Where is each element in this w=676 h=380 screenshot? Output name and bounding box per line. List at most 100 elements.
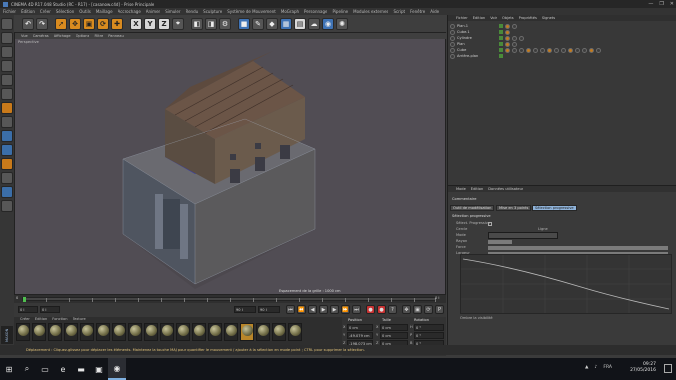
falloff-graph[interactable] xyxy=(460,254,672,314)
prev-key-icon[interactable]: ⏪ xyxy=(297,305,306,314)
attribute-tab[interactable]: Données utilisateur xyxy=(488,187,523,192)
attribute-tab[interactable]: Mode xyxy=(456,187,466,192)
material-tag-icon[interactable] xyxy=(533,47,538,53)
radius-slider[interactable] xyxy=(488,240,512,244)
y-axis-lock-button[interactable]: Y xyxy=(144,17,156,30)
snap-icon[interactable] xyxy=(1,144,13,156)
z-axis-lock-button[interactable]: Z xyxy=(158,17,170,30)
object-menu-item[interactable]: Objets xyxy=(502,16,514,21)
language-indicator[interactable]: FRA xyxy=(603,365,612,370)
prev-frame-icon[interactable]: ◀ xyxy=(308,305,317,314)
material-tag-icon[interactable] xyxy=(505,35,510,41)
end-frame-field[interactable]: 90 I xyxy=(234,306,256,313)
planar-workplane-icon[interactable] xyxy=(1,186,13,198)
timeline[interactable]: 0 0 I xyxy=(14,295,446,303)
viewport-menu-item[interactable]: Caméras xyxy=(33,34,49,39)
material-tag-icon[interactable] xyxy=(505,23,510,29)
position-y-field[interactable]: -49.079 cm xyxy=(347,332,373,339)
material-swatch[interactable] xyxy=(272,323,286,341)
material-tag-icon[interactable] xyxy=(505,47,510,53)
material-swatch[interactable] xyxy=(288,323,302,341)
material-tag-icon[interactable] xyxy=(554,47,559,53)
material-swatch[interactable] xyxy=(208,323,222,341)
soft-selection-checkbox[interactable] xyxy=(488,222,492,226)
size-y-field[interactable]: 0 cm xyxy=(380,332,408,339)
material-tag-icon[interactable] xyxy=(505,29,510,35)
move-tool-icon[interactable]: ✥ xyxy=(69,17,81,30)
menu-item[interactable]: Pipeline xyxy=(332,9,348,14)
material-tag-icon[interactable] xyxy=(519,35,524,41)
soft-selection-tab[interactable]: Sélection progressive xyxy=(532,205,577,211)
menu-item[interactable]: Personnage xyxy=(304,9,327,14)
three-point-button[interactable]: Mise en 3 points xyxy=(496,205,532,211)
material-tag-icon[interactable] xyxy=(540,47,545,53)
next-frame-icon[interactable]: ▶ xyxy=(330,305,339,314)
array-icon[interactable]: ▦ xyxy=(280,17,292,30)
minimize-button[interactable]: — xyxy=(648,0,653,8)
task-view-icon[interactable]: ▭ xyxy=(36,358,54,380)
menu-item[interactable]: MoGraph xyxy=(281,9,299,14)
material-swatch[interactable] xyxy=(96,323,110,341)
keyframe-selection-icon[interactable]: ? xyxy=(388,305,397,314)
next-key-icon[interactable]: ⏩ xyxy=(341,305,350,314)
position-x-field[interactable]: 0 cm xyxy=(347,324,373,331)
material-tag-icon[interactable] xyxy=(512,47,517,53)
go-to-start-icon[interactable]: ⏮ xyxy=(286,305,295,314)
camera-icon[interactable]: ◉ xyxy=(322,17,334,30)
solo-icon[interactable] xyxy=(1,200,13,212)
go-to-end-icon[interactable]: ⏭ xyxy=(352,305,361,314)
material-swatch[interactable] xyxy=(16,323,30,341)
mode-dropdown[interactable] xyxy=(488,232,558,239)
material-swatch[interactable] xyxy=(160,323,174,341)
material-menu-item[interactable]: Créer xyxy=(20,317,30,322)
material-tag-icon[interactable] xyxy=(589,47,594,53)
volume-icon[interactable]: ♪ xyxy=(595,365,598,370)
texture-mode-icon[interactable] xyxy=(1,46,13,58)
viewport-menu-item[interactable]: Options xyxy=(76,34,90,39)
object-menu-item[interactable]: Édition xyxy=(473,16,485,21)
cube-primitive-icon[interactable]: ■ xyxy=(238,17,250,30)
render-picture-viewer-icon[interactable]: ◨ xyxy=(205,17,217,30)
object-menu-item[interactable]: Voir xyxy=(490,16,497,21)
rotate-tool-icon[interactable]: ⟳ xyxy=(97,17,109,30)
locked-workplane-icon[interactable] xyxy=(1,172,13,184)
deformer-icon[interactable]: ▤ xyxy=(294,17,306,30)
viewport-menu-item[interactable]: Vue xyxy=(21,34,28,39)
material-menu-item[interactable]: Texture xyxy=(73,317,86,322)
workplane-icon[interactable] xyxy=(1,60,13,72)
visibility-check-icon[interactable] xyxy=(499,36,503,40)
render-settings-icon[interactable]: ⚙ xyxy=(219,17,231,30)
menu-item[interactable]: Modules externes xyxy=(353,9,388,14)
menu-item[interactable]: Fichier xyxy=(3,9,16,14)
material-swatch[interactable] xyxy=(144,323,158,341)
model-mode-icon[interactable] xyxy=(1,32,13,44)
material-tag-icon[interactable] xyxy=(512,41,517,47)
menu-item[interactable]: Animer xyxy=(146,9,160,14)
taskbar-clock[interactable]: 09:27 27/05/2016 xyxy=(630,362,656,374)
param-key-icon[interactable]: P xyxy=(435,305,444,314)
menu-item[interactable]: Maillage xyxy=(96,9,113,14)
rotation-p-field[interactable]: 0 ° xyxy=(414,332,444,339)
undo-icon[interactable]: ↶ xyxy=(22,17,34,30)
add-object-icon[interactable]: ✚ xyxy=(111,17,123,30)
material-swatch[interactable] xyxy=(112,323,126,341)
material-menu-item[interactable]: Édition xyxy=(35,317,47,322)
object-menu-item[interactable]: Signets xyxy=(542,16,555,21)
points-mode-icon[interactable] xyxy=(1,74,13,86)
position-key-icon[interactable]: ✥ xyxy=(402,305,411,314)
rotation-h-field[interactable]: 0 ° xyxy=(414,324,444,331)
make-editable-icon[interactable] xyxy=(1,18,13,30)
preview-end-field[interactable]: 90 I xyxy=(258,306,280,313)
material-tag-icon[interactable] xyxy=(526,47,531,53)
viewport-menu-item[interactable]: Filtre xyxy=(94,34,103,39)
material-tag-icon[interactable] xyxy=(568,47,573,53)
viewport-menu-item[interactable]: Affichage xyxy=(54,34,71,39)
start-frame-field[interactable]: 0 I xyxy=(18,306,38,313)
menu-item[interactable]: Aide xyxy=(430,9,439,14)
material-tag-icon[interactable] xyxy=(582,47,587,53)
material-swatch[interactable] xyxy=(32,323,46,341)
material-tag-icon[interactable] xyxy=(575,47,580,53)
search-icon[interactable]: ⌕ xyxy=(18,358,36,380)
visibility-check-icon[interactable] xyxy=(499,24,503,28)
material-swatch[interactable] xyxy=(224,323,238,341)
